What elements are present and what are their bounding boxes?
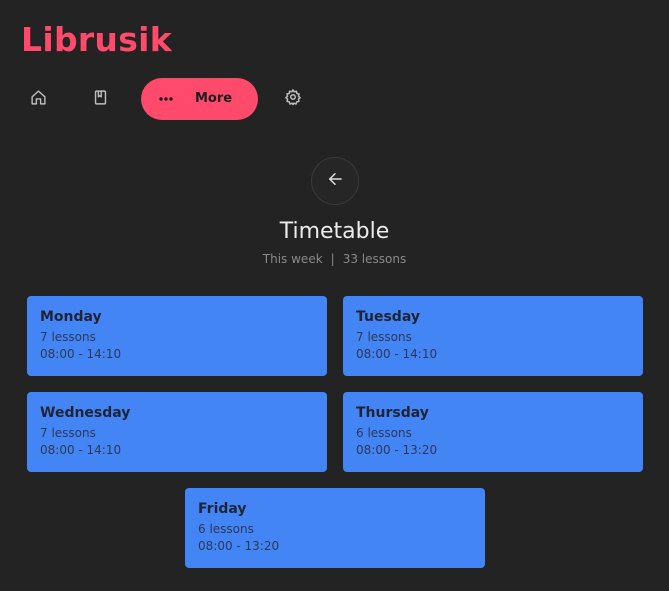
more-dots-icon xyxy=(158,91,174,107)
day-name: Wednesday xyxy=(40,405,131,421)
page-title: Timetable xyxy=(279,219,390,244)
arrow-left-icon xyxy=(326,170,344,192)
day-hours: 08:00 - 14:10 xyxy=(356,347,438,361)
day-name: Thursday xyxy=(356,405,429,421)
nav-home-button[interactable] xyxy=(21,82,55,116)
nav-grades-button[interactable] xyxy=(83,82,117,116)
day-name: Tuesday xyxy=(356,309,420,325)
day-card-monday[interactable]: Monday 7 lessons 08:00 - 14:10 xyxy=(27,296,327,376)
day-card-tuesday[interactable]: Tuesday 7 lessons 08:00 - 14:10 xyxy=(343,296,643,376)
day-lesson-count: 6 lessons xyxy=(198,522,254,536)
separator: | xyxy=(330,252,335,266)
day-lesson-count: 7 lessons xyxy=(40,330,96,344)
period-label: This week xyxy=(262,252,323,266)
nav-settings-button[interactable] xyxy=(276,82,310,116)
home-icon xyxy=(30,89,47,110)
day-name: Friday xyxy=(198,501,247,517)
book-icon xyxy=(92,89,109,110)
total-lessons: 33 lessons xyxy=(342,252,407,266)
app-logo: Librusik xyxy=(21,20,173,59)
day-card-wednesday[interactable]: Wednesday 7 lessons 08:00 - 14:10 xyxy=(27,392,327,472)
nav-more-button[interactable]: More xyxy=(141,78,258,120)
day-hours: 08:00 - 14:10 xyxy=(40,347,122,361)
day-card-thursday[interactable]: Thursday 6 lessons 08:00 - 13:20 xyxy=(343,392,643,472)
day-hours: 08:00 - 13:20 xyxy=(356,443,438,457)
day-hours: 08:00 - 13:20 xyxy=(198,539,280,553)
page-subtitle: This week | 33 lessons xyxy=(0,252,669,266)
back-button[interactable] xyxy=(311,157,359,205)
day-lesson-count: 7 lessons xyxy=(356,330,412,344)
day-name: Monday xyxy=(40,309,102,325)
day-card-friday[interactable]: Friday 6 lessons 08:00 - 13:20 xyxy=(185,488,485,568)
nav-more-label: More xyxy=(195,91,233,106)
gear-icon xyxy=(284,88,302,110)
day-hours: 08:00 - 14:10 xyxy=(40,443,122,457)
day-lesson-count: 6 lessons xyxy=(356,426,412,440)
day-lesson-count: 7 lessons xyxy=(40,426,96,440)
